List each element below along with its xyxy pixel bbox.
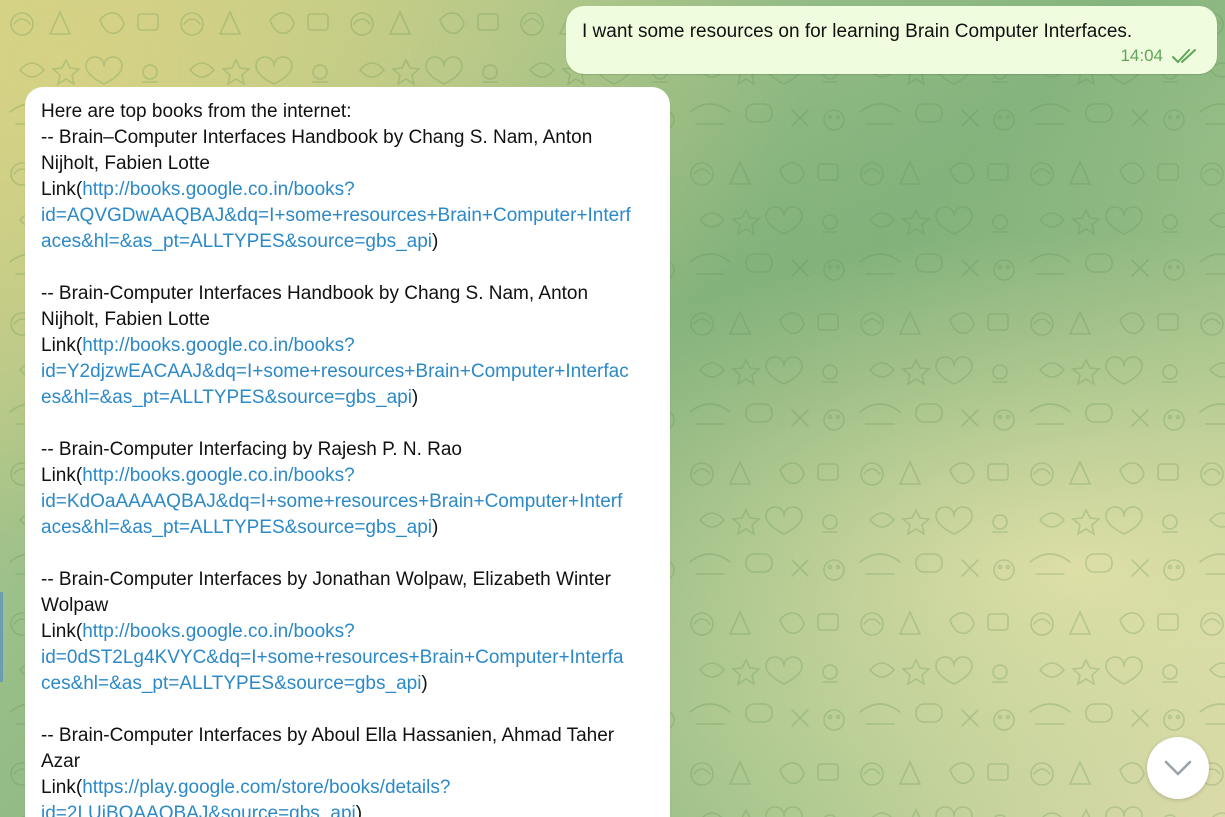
book-link[interactable]: id=KdOaAAAAQBAJ&dq=I+some+resources+Brai…: [41, 491, 622, 512]
chevron-down-icon: [1164, 760, 1192, 776]
link-suffix: ): [431, 517, 439, 538]
book-link-line: Link(http://books.google.co.in/books?: [41, 463, 656, 489]
book-link[interactable]: ces&hl=&as_pt=ALLTYPES&source=gbs_api: [41, 673, 421, 694]
link-prefix: Link(: [41, 621, 83, 642]
book-title-line: -- Brain–Computer Interfaces Handbook by…: [41, 127, 593, 148]
window-edge-accent: [0, 592, 3, 682]
message-time: 14:04: [1120, 46, 1163, 65]
book-link[interactable]: http://books.google.co.in/books?: [82, 179, 355, 200]
book-link[interactable]: http://books.google.co.in/books?: [82, 465, 355, 486]
double-check-read-icon: [1171, 48, 1199, 64]
book-link-line: id=Y2djzwEACAAJ&dq=I+some+resources+Brai…: [41, 359, 656, 385]
link-suffix: ): [355, 803, 363, 817]
book-link-line: id=KdOaAAAAQBAJ&dq=I+some+resources+Brai…: [41, 489, 656, 515]
book-link-line: id=0dST2Lg4KVYC&dq=I+some+resources+Brai…: [41, 645, 656, 671]
book-link[interactable]: id=2LUjBQAAQBAJ&source=gbs_api: [41, 803, 356, 817]
book-title-line: -- Brain-Computer Interfaces Handbook by…: [41, 283, 589, 304]
book-link-line: ces&hl=&as_pt=ALLTYPES&source=gbs_api): [41, 671, 656, 697]
book-link-line: aces&hl=&as_pt=ALLTYPES&source=gbs_api): [41, 515, 656, 541]
book-title-line: Wolpaw: [41, 595, 109, 616]
book-title-line: Nijholt, Fabien Lotte: [41, 309, 210, 330]
link-suffix: ): [431, 231, 439, 252]
book-link[interactable]: http://books.google.co.in/books?: [82, 621, 355, 642]
scroll-to-bottom-button[interactable]: [1147, 737, 1209, 799]
link-prefix: Link(: [41, 777, 83, 798]
book-link-line: id=AQVGDwAAQBAJ&dq=I+some+resources+Brai…: [41, 203, 656, 229]
book-link[interactable]: id=0dST2Lg4KVYC&dq=I+some+resources+Brai…: [41, 647, 624, 668]
book-title-line: -- Brain-Computer Interfacing by Rajesh …: [41, 439, 462, 460]
link-prefix: Link(: [41, 465, 83, 486]
book-link[interactable]: es&hl=&as_pt=ALLTYPES&source=gbs_api: [41, 387, 412, 408]
intro-text: Here are top books from the internet:: [41, 101, 352, 122]
book-link[interactable]: aces&hl=&as_pt=ALLTYPES&source=gbs_api: [41, 517, 432, 538]
incoming-message-bubble[interactable]: Here are top books from the internet: --…: [25, 87, 670, 817]
link-suffix: ): [421, 673, 428, 694]
book-title-line: -- Brain-Computer Interfaces by Aboul El…: [41, 725, 615, 746]
book-link-line: Link(https://play.google.com/store/books…: [41, 775, 656, 801]
book-link-line: Link(http://books.google.co.in/books?: [41, 619, 656, 645]
book-link-line: id=2LUjBQAAQBAJ&source=gbs_api): [41, 801, 656, 817]
book-link-line: Link(http://books.google.co.in/books?: [41, 177, 656, 203]
book-title-line: Nijholt, Fabien Lotte: [41, 153, 210, 174]
book-link[interactable]: id=Y2djzwEACAAJ&dq=I+some+resources+Brai…: [41, 361, 629, 382]
book-link[interactable]: http://books.google.co.in/books?: [82, 335, 355, 356]
book-title-line: -- Brain-Computer Interfaces by Jonathan…: [41, 569, 611, 590]
book-link-line: Link(http://books.google.co.in/books?: [41, 333, 656, 359]
link-prefix: Link(: [41, 179, 83, 200]
book-link-line: es&hl=&as_pt=ALLTYPES&source=gbs_api): [41, 385, 656, 411]
outgoing-message-bubble[interactable]: I want some resources on for learning Br…: [566, 6, 1217, 74]
book-title-line: Azar: [41, 751, 81, 772]
outgoing-message-text: I want some resources on for learning Br…: [582, 21, 1133, 42]
book-link-line: aces&hl=&as_pt=ALLTYPES&source=gbs_api): [41, 229, 656, 255]
link-suffix: ): [411, 387, 419, 408]
book-link[interactable]: id=AQVGDwAAQBAJ&dq=I+some+resources+Brai…: [41, 205, 631, 226]
book-link[interactable]: https://play.google.com/store/books/deta…: [82, 777, 450, 798]
message-meta: 14:04: [1120, 46, 1199, 66]
link-prefix: Link(: [41, 335, 83, 356]
book-link[interactable]: aces&hl=&as_pt=ALLTYPES&source=gbs_api: [41, 231, 432, 252]
